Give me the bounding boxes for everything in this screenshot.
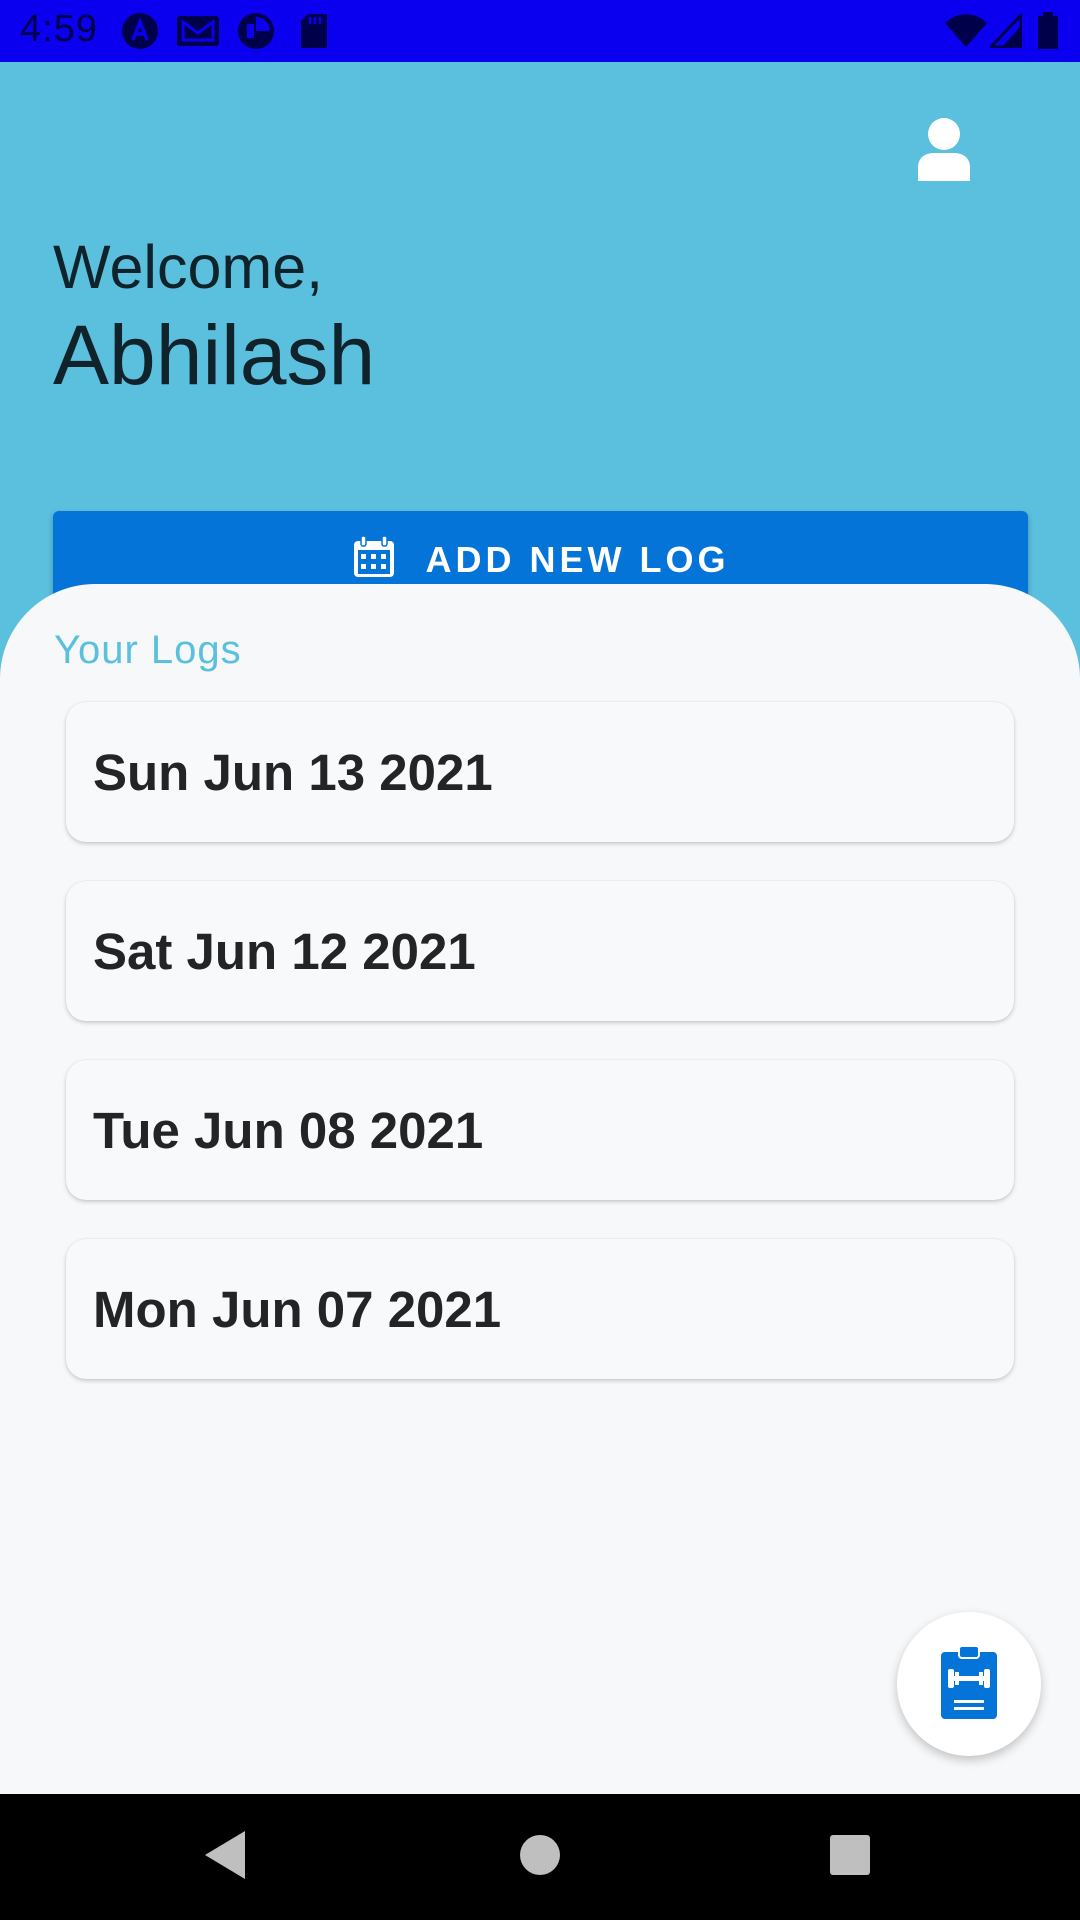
add-new-log-label: ADD NEW LOG (425, 538, 730, 580)
workout-fab-button[interactable] (897, 1612, 1041, 1756)
pie-icon (236, 13, 276, 49)
status-bar: 4:59 (0, 0, 1080, 62)
wifi-icon (944, 13, 988, 49)
person-icon (916, 117, 972, 188)
battery-icon (1036, 12, 1060, 49)
home-button[interactable] (505, 1822, 575, 1892)
welcome-label: Welcome, (53, 233, 324, 301)
log-date: Sat Jun 12 2021 (93, 922, 476, 980)
recents-icon (829, 1834, 871, 1881)
signal-icon (990, 13, 1022, 49)
profile-button[interactable] (908, 112, 980, 192)
log-item[interactable]: Sat Jun 12 2021 (66, 881, 1014, 1021)
logs-title: Your Logs (54, 628, 242, 672)
log-item[interactable]: Sun Jun 13 2021 (66, 702, 1014, 842)
back-button[interactable] (190, 1822, 260, 1892)
calendar-icon (352, 535, 396, 584)
logs-panel: Your Logs Sun Jun 13 2021 Sat Jun 12 202… (0, 584, 1080, 1794)
sd-card-icon (298, 13, 330, 49)
log-list: Sun Jun 13 2021 Sat Jun 12 2021 Tue Jun … (66, 702, 1014, 1418)
navigation-bar (0, 1794, 1080, 1920)
log-date: Mon Jun 07 2021 (93, 1280, 502, 1338)
recents-button[interactable] (815, 1822, 885, 1892)
log-item[interactable]: Mon Jun 07 2021 (66, 1239, 1014, 1379)
log-date: Tue Jun 08 2021 (93, 1101, 484, 1159)
back-icon (201, 1829, 249, 1886)
header: Welcome, Abhilash ADD NEW LOG (0, 62, 1080, 622)
mail-icon (176, 13, 220, 49)
home-icon (518, 1833, 562, 1882)
log-date: Sun Jun 13 2021 (93, 743, 493, 801)
status-time: 4:59 (20, 8, 98, 50)
user-name: Abhilash (53, 308, 376, 402)
auto-a-icon (120, 13, 160, 49)
clipboard-dumbbell-icon (940, 1644, 998, 1725)
log-item[interactable]: Tue Jun 08 2021 (66, 1060, 1014, 1200)
